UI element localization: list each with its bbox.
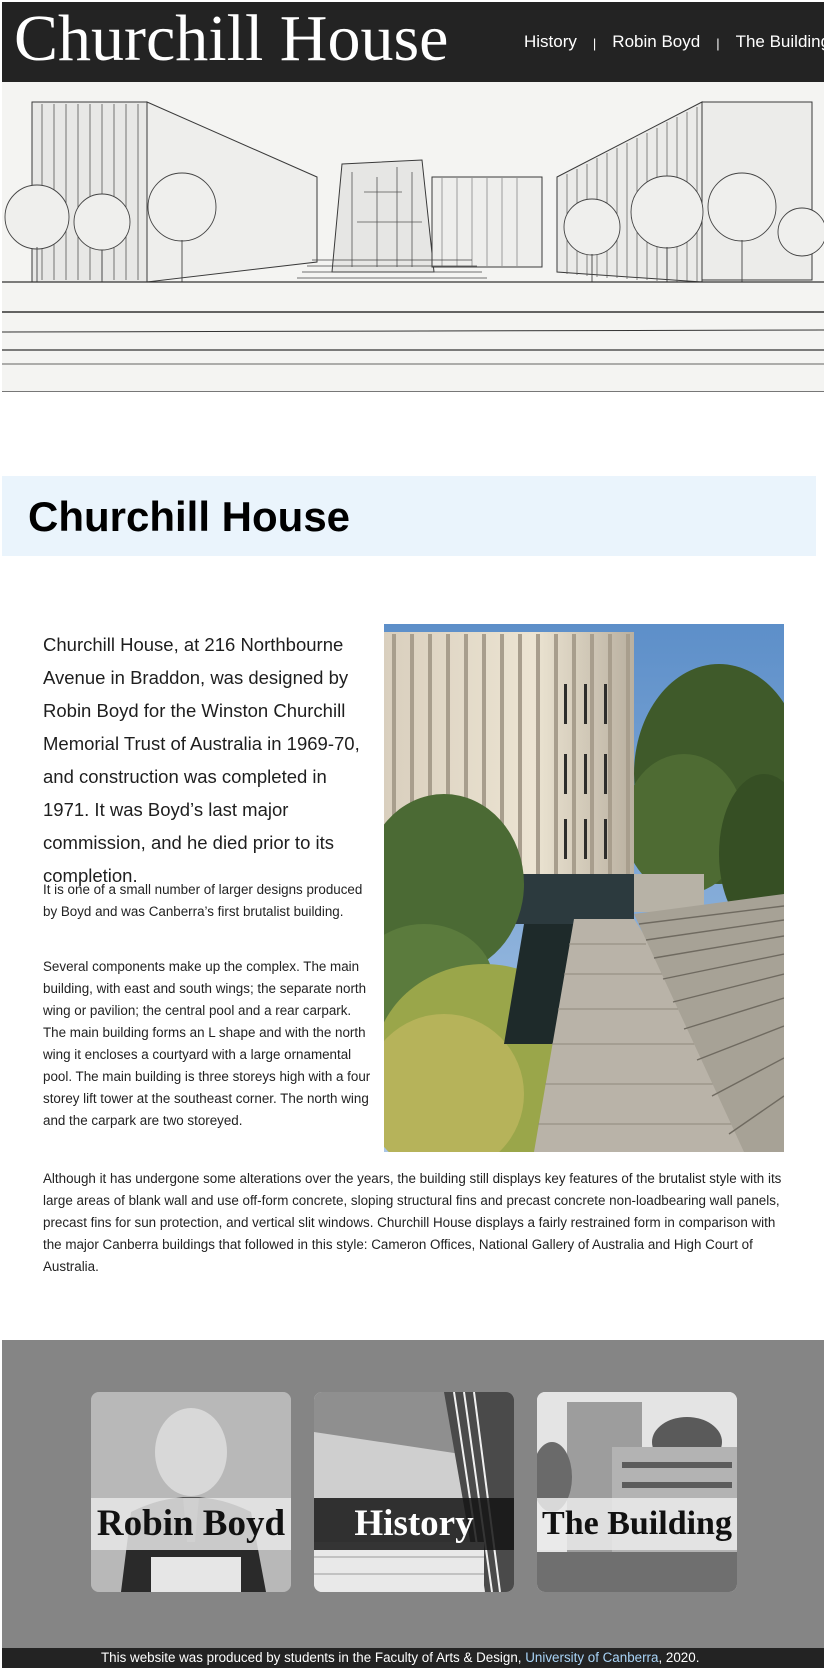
card-label[interactable]: The Building — [537, 1492, 737, 1556]
body-paragraph: Although it has undergone some alteratio… — [43, 1171, 782, 1274]
nav-link-history[interactable]: History — [524, 32, 577, 52]
card-label[interactable]: Robin Boyd — [91, 1492, 291, 1556]
site-header: Churchill House History | Robin Boyd | T… — [2, 2, 824, 82]
body-paragraph: It is one of a small number of larger de… — [43, 882, 363, 919]
site-title[interactable]: Churchill House — [14, 0, 448, 84]
title-band: Churchill House — [2, 476, 816, 556]
nav-separator: | — [716, 35, 720, 51]
body-paragraph: Several components make up the complex. … — [43, 959, 371, 1128]
page-title: Churchill House — [28, 493, 351, 540]
main-nav: History | Robin Boyd | The Building — [524, 30, 824, 54]
building-photo — [384, 624, 784, 1152]
nav-separator: | — [592, 35, 597, 51]
card-label[interactable]: History — [314, 1492, 514, 1556]
hero-sketch-image — [2, 82, 824, 392]
footer-link-university[interactable]: University of Canberra — [525, 1650, 658, 1665]
card-history[interactable]: History — [314, 1392, 514, 1592]
footer-text-end: , 2020. — [658, 1650, 700, 1665]
card-robin-boyd[interactable]: Robin Boyd — [91, 1392, 291, 1592]
nav-link-the-building[interactable]: The Building — [736, 32, 824, 52]
footer-bar: This website was produced by students in… — [2, 1648, 824, 1668]
section-cards-band: Robin Boyd History The Building — [2, 1340, 824, 1648]
nav-link-robin-boyd[interactable]: Robin Boyd — [612, 32, 700, 52]
lead-paragraph: Churchill House, at 216 Northbourne Aven… — [43, 634, 360, 886]
footer-text: This website was produced by students in… — [101, 1650, 526, 1665]
card-the-building[interactable]: The Building — [537, 1392, 737, 1592]
